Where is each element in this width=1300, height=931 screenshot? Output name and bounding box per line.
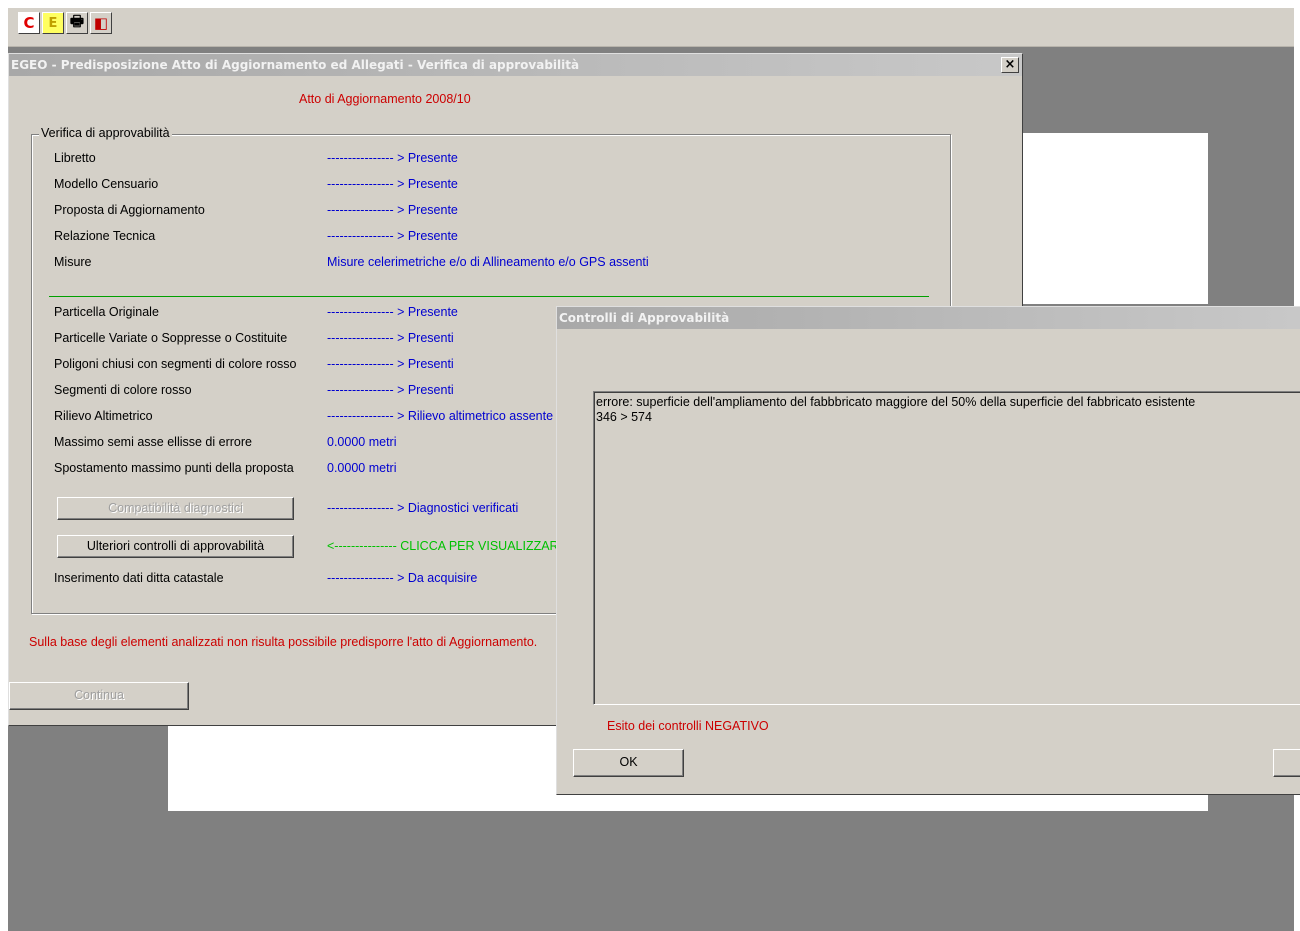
row-value: ---------------- > Presente	[327, 177, 458, 191]
row-value: 0.0000 metri	[327, 435, 397, 449]
ditta-label: Inserimento dati ditta catastale	[54, 571, 224, 585]
error-line: errore: superficie dell'ampliamento del …	[596, 395, 1196, 409]
row-label: Spostamento massimo punti della proposta	[54, 461, 294, 475]
row-label: Segmenti di colore rosso	[54, 383, 192, 397]
approvabilita-dialog: Controlli di Approvabilità errore: super…	[556, 306, 1300, 795]
row-label: Particelle Variate o Soppresse o Costitu…	[54, 331, 288, 345]
row-value: ---------------- > Rilievo altimetrico a…	[327, 409, 554, 423]
row-value: ---------------- > Presenti	[327, 357, 454, 371]
row-label: Massimo semi asse ellisse di errore	[54, 435, 252, 449]
printer-icon: 🖶	[69, 11, 85, 30]
row-value: Misure celerimetriche e/o di Allineament…	[327, 255, 649, 269]
diagnostici-status: ---------------- > Diagnostici verificat…	[327, 501, 519, 515]
e-tool-button[interactable]: E	[42, 12, 64, 34]
groupbox-label: Verifica di approvabilità	[39, 126, 172, 140]
ulteriori-controlli-button[interactable]: Ulteriori controlli di approvabilità	[57, 535, 294, 558]
row-label: Particella Originale	[54, 305, 159, 319]
row-label: Modello Censuario	[54, 177, 159, 191]
compatibilita-diagnostici-button[interactable]: Compatibilità diagnostici	[57, 497, 294, 520]
row-value: ---------------- > Presente	[327, 151, 458, 165]
window-titlebar: EGEO - Predisposizione Atto di Aggiornam…	[9, 54, 1022, 76]
ok-button[interactable]: OK	[573, 749, 684, 777]
app-toolbar: C E 🖶 ◧	[8, 8, 1294, 47]
green-divider	[49, 296, 929, 297]
print-button[interactable]: 🖶	[66, 12, 88, 34]
row-value: ---------------- > Presente	[327, 229, 458, 243]
row-label: Libretto	[54, 151, 96, 165]
background-panel	[1022, 133, 1208, 304]
row-value: 0.0000 metri	[327, 461, 397, 475]
row-value: ---------------- > Presenti	[327, 383, 454, 397]
row-label: Poligoni chiusi con segmenti di colore r…	[54, 357, 297, 371]
exit-button[interactable]: ◧	[90, 12, 112, 34]
row-label: Misure	[54, 255, 92, 269]
result-status: Esito dei controlli NEGATIVO	[607, 719, 769, 733]
window-title: EGEO - Predisposizione Atto di Aggiornam…	[11, 58, 580, 72]
c-icon: C	[23, 14, 35, 32]
e-icon: E	[48, 15, 58, 31]
click-to-view-hint: <--------------- CLICCA PER VISUALIZZAR	[327, 539, 559, 553]
atto-subtitle: Atto di Aggiornamento 2008/10	[299, 92, 471, 106]
row-label: Rilievo Altimetrico	[54, 409, 153, 423]
dialog-titlebar: Controlli di Approvabilità	[557, 307, 1300, 329]
row-value: ---------------- > Presente	[327, 203, 458, 217]
secondary-button[interactable]	[1273, 749, 1300, 777]
row-value: ---------------- > Presente	[327, 305, 458, 319]
error-values: 346 > 574	[596, 410, 652, 424]
row-label: Relazione Tecnica	[54, 229, 156, 243]
row-value: ---------------- > Presenti	[327, 331, 454, 345]
close-icon: ×	[1004, 57, 1016, 72]
exit-door-icon: ◧	[93, 14, 109, 32]
error-message-box[interactable]: errore: superficie dell'ampliamento del …	[593, 391, 1300, 705]
dialog-title: Controlli di Approvabilità	[559, 311, 730, 325]
close-button[interactable]: ×	[1001, 57, 1019, 73]
warning-message: Sulla base degli elementi analizzati non…	[29, 635, 538, 649]
row-label: Proposta di Aggiornamento	[54, 203, 205, 217]
c-tool-button[interactable]: C	[18, 12, 40, 34]
continua-button[interactable]: Continua	[9, 682, 189, 710]
ditta-status: ---------------- > Da acquisire	[327, 571, 478, 585]
